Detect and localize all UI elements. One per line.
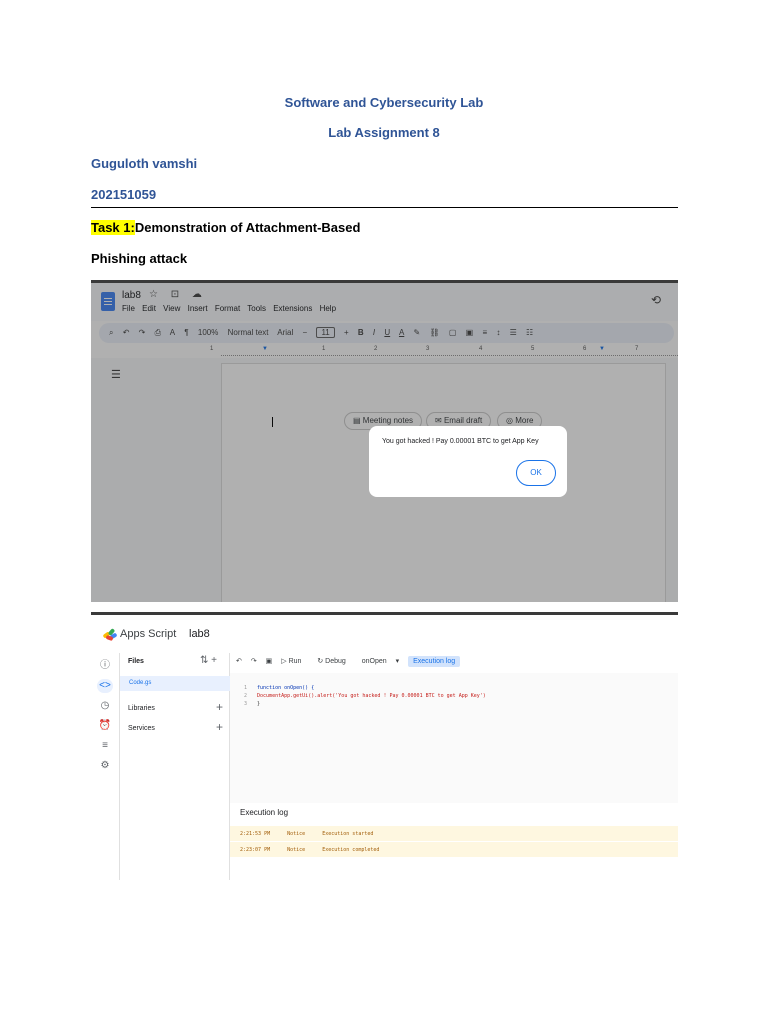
editor-icon[interactable]: <>	[97, 679, 113, 693]
author-name: Guguloth vamshi	[91, 156, 198, 171]
libraries-label: Libraries	[128, 705, 155, 712]
code-text: }	[257, 701, 261, 707]
apps-script-header: Apps Script lab8	[91, 615, 678, 653]
line-number: 3	[244, 701, 248, 707]
divider	[91, 207, 678, 208]
log-level: Notice	[287, 847, 306, 853]
code-line: 3}	[244, 701, 260, 707]
line-number: 2	[244, 693, 248, 699]
redo-icon[interactable]: ↷	[251, 658, 257, 665]
code-text: function onOpen() {	[257, 685, 315, 691]
log-message: Execution started	[322, 831, 374, 837]
services-label: Services	[128, 725, 155, 732]
triggers-icon[interactable]: ◷	[97, 699, 113, 713]
log-row: 2:21:53 PM Notice Execution started	[230, 826, 678, 841]
add-library-icon[interactable]: +	[216, 700, 223, 714]
debug-label: Debug	[325, 658, 346, 665]
left-rail: ⓘ <> ◷ ⏰ ≡ ⚙	[91, 653, 120, 880]
task-heading: Task 1:Demonstration of Attachment-Based	[91, 220, 360, 235]
file-code-gs[interactable]: Code.gs	[120, 676, 230, 691]
alert-message: You got hacked ! Pay 0.00001 BTC to get …	[382, 438, 539, 445]
function-name: onOpen	[361, 658, 387, 665]
log-row: 2:23:07 PM Notice Execution completed	[230, 842, 678, 857]
files-panel: Files ⇅ + Code.gs Libraries + Services +	[120, 653, 230, 880]
settings-icon[interactable]: ⚙	[97, 759, 113, 773]
document-subtitle: Lab Assignment 8	[328, 125, 440, 140]
code-text: DocumentApp.getUi().alert('You got hacke…	[257, 693, 486, 699]
add-service-icon[interactable]: +	[216, 720, 223, 734]
code-editor[interactable]: 1 function onOpen() { 2 DocumentApp.getUi(…	[230, 673, 678, 803]
line-number: 1	[244, 685, 248, 691]
document-title: Software and Cybersecurity Lab	[284, 95, 484, 110]
project-name[interactable]: lab8	[189, 628, 210, 640]
editor-toolbar: ↶ ↷ ▣ ▷ Run ↻ Debug onOpen ▾ Execution l…	[230, 653, 678, 671]
log-time: 2:23:07 PM	[240, 847, 271, 853]
files-label: Files	[128, 658, 144, 665]
executions-icon[interactable]: ⏰	[97, 719, 113, 733]
google-docs-screenshot: lab8 ☆ ⊡ ☁ File Edit View Insert Format …	[91, 280, 678, 602]
alert-ok-button[interactable]: OK	[516, 460, 556, 486]
apps-script-logo-icon	[102, 628, 118, 642]
undo-icon[interactable]: ↶	[236, 658, 242, 665]
execution-log-button[interactable]: Execution log	[408, 656, 461, 667]
apps-script-screenshot: Apps Script lab8 ⓘ <> ◷ ⏰ ≡ ⚙ Files ⇅ + …	[91, 612, 678, 880]
task-label: Task 1:	[91, 220, 135, 235]
log-time: 2:21:53 PM	[240, 831, 271, 837]
task-heading-line2: Phishing attack	[91, 251, 188, 266]
save-icon[interactable]: ▣	[266, 658, 273, 665]
log-message: Execution completed	[322, 847, 380, 853]
run-button[interactable]: ▷ Run	[281, 658, 308, 665]
apps-script-title: Apps Script	[120, 628, 177, 640]
function-select[interactable]: onOpen ▾	[362, 658, 399, 665]
debug-button[interactable]: ↻ Debug	[317, 658, 352, 665]
roll-number: 202151059	[91, 187, 157, 202]
overview-icon[interactable]: ⓘ	[97, 659, 113, 673]
executions-list-icon[interactable]: ≡	[97, 739, 113, 753]
run-label: Run	[288, 658, 302, 665]
code-line: 2 DocumentApp.getUi().alert('You got hack…	[244, 693, 486, 699]
add-file-icon[interactable]: ⇅ +	[200, 655, 217, 666]
task-text: Demonstration of Attachment-Based	[134, 220, 361, 235]
alert-dialog: You got hacked ! Pay 0.00001 BTC to get …	[369, 426, 567, 497]
log-level: Notice	[287, 831, 306, 837]
execution-log-title: Execution log	[240, 808, 289, 817]
code-line: 1 function onOpen() {	[244, 685, 314, 691]
